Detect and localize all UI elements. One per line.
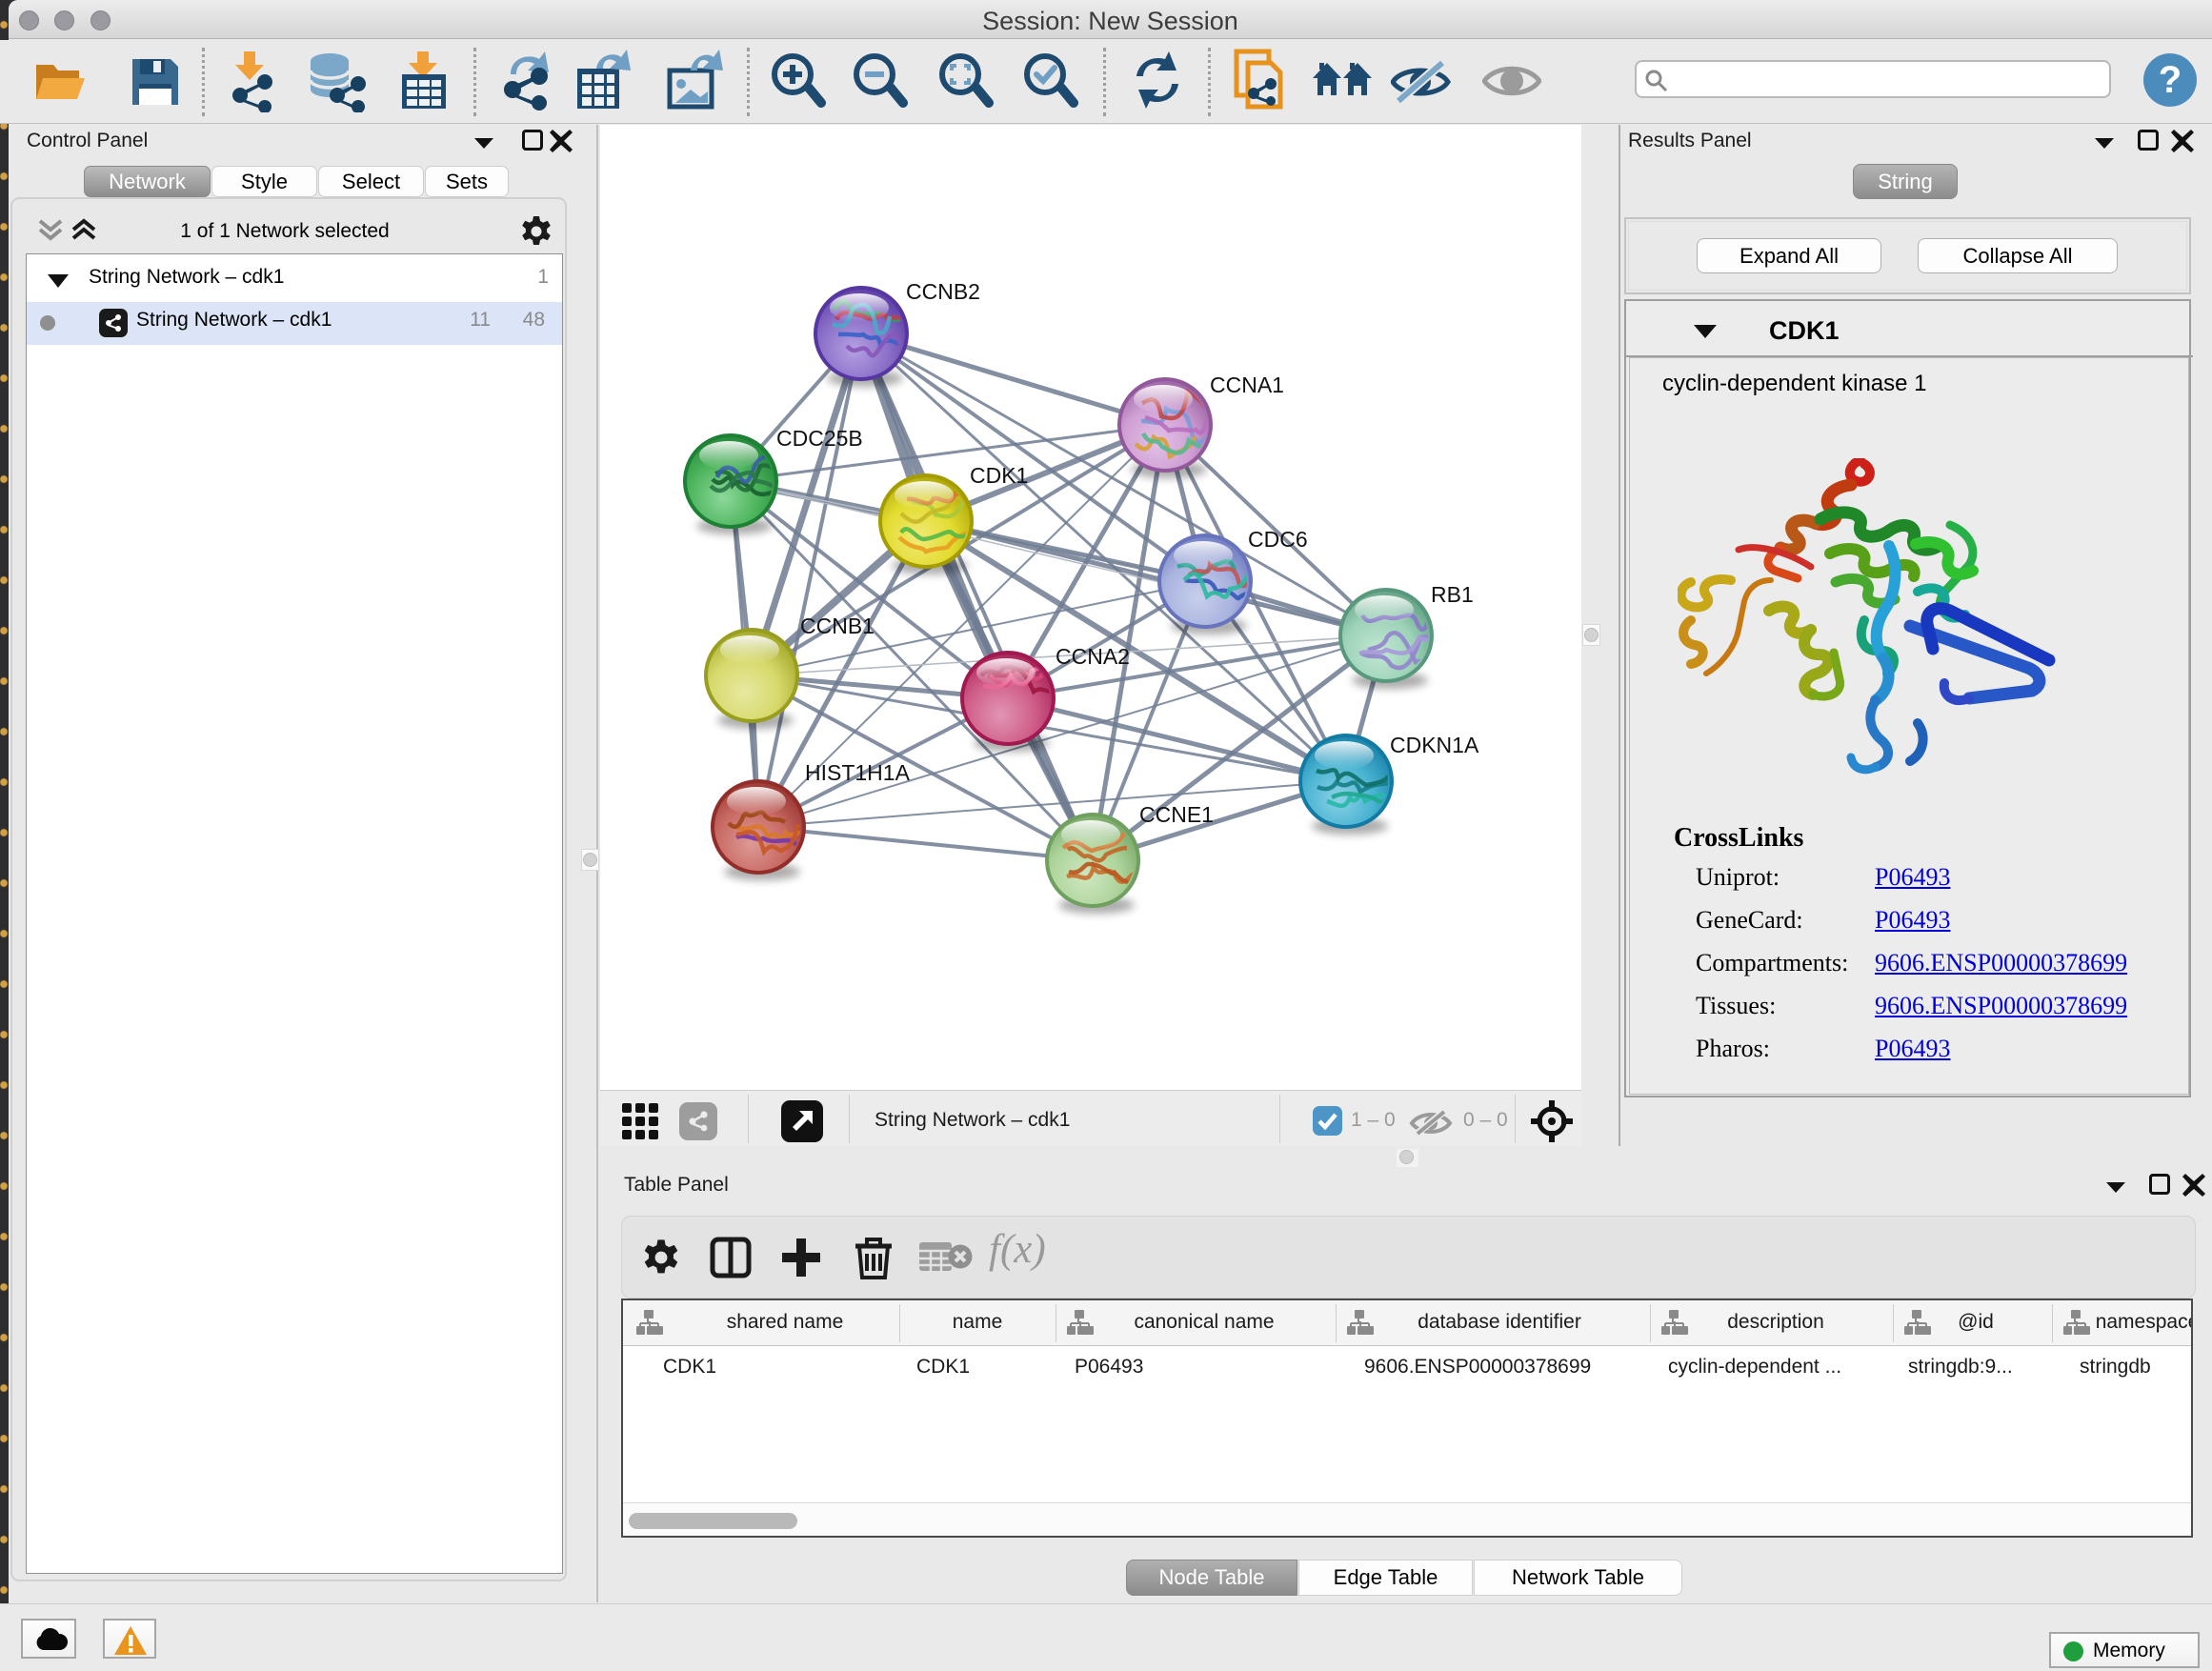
svg-text:HIST1H1A: HIST1H1A [805, 760, 911, 785]
svg-text:CCNB1: CCNB1 [800, 614, 875, 638]
svg-text:RB1: RB1 [1431, 582, 1474, 607]
svg-text:CDK1: CDK1 [970, 463, 1028, 488]
svg-text:CDKN1A: CDKN1A [1390, 733, 1479, 757]
svg-text:CCNA1: CCNA1 [1210, 372, 1284, 397]
svg-text:CCNE1: CCNE1 [1139, 802, 1214, 827]
svg-text:CDC6: CDC6 [1248, 527, 1308, 552]
svg-text:CDC25B: CDC25B [776, 426, 863, 451]
svg-text:CCNA2: CCNA2 [1056, 644, 1130, 669]
svg-text:CCNB2: CCNB2 [906, 279, 980, 304]
